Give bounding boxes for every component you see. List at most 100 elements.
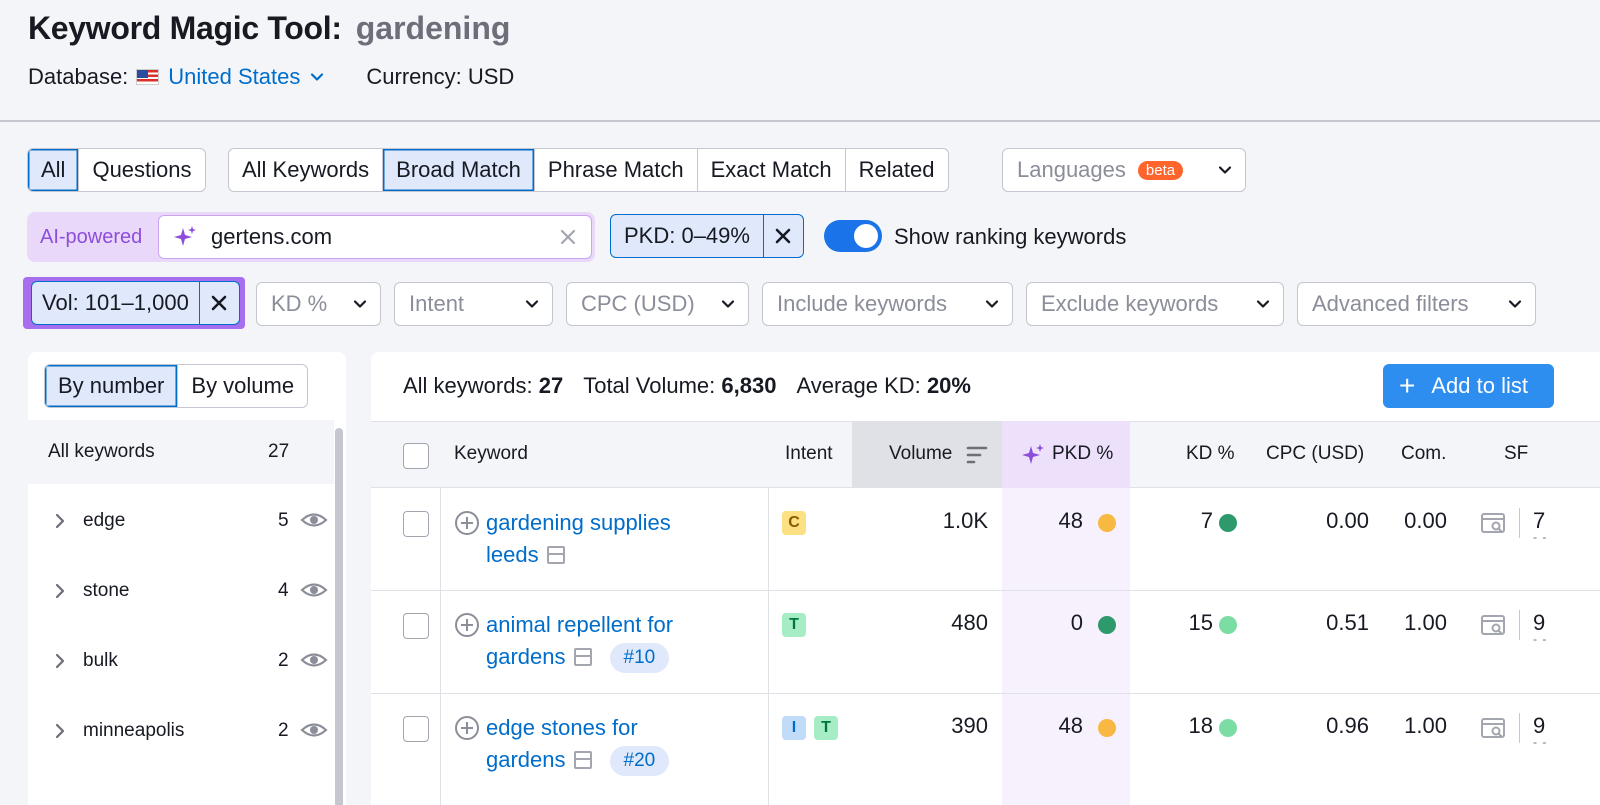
column-volume[interactable]: Volume bbox=[889, 443, 952, 465]
column-kd[interactable]: KD % bbox=[1186, 443, 1235, 465]
cpc-value: 0.51 bbox=[1326, 610, 1369, 635]
column-intent[interactable]: Intent bbox=[785, 443, 833, 465]
pkd-chip-label: PKD: 0–49% bbox=[624, 223, 750, 248]
tab-by-number[interactable]: By number bbox=[45, 365, 179, 407]
exclude-keywords-label: Exclude keywords bbox=[1041, 291, 1219, 316]
tab-related[interactable]: Related bbox=[846, 149, 948, 191]
competition-value: 1.00 bbox=[1404, 713, 1447, 738]
row-checkbox[interactable] bbox=[403, 716, 429, 742]
tab-all[interactable]: All bbox=[28, 149, 80, 191]
clear-icon[interactable] bbox=[559, 228, 577, 246]
keyword-link[interactable]: gardening supplies leeds bbox=[486, 507, 726, 571]
row-checkbox[interactable] bbox=[403, 511, 429, 537]
column-pkd[interactable]: PKD % bbox=[1052, 443, 1113, 465]
tab-questions[interactable]: Questions bbox=[79, 149, 204, 191]
chevron-right-icon[interactable] bbox=[52, 511, 68, 531]
pkd-filter-chip[interactable]: PKD: 0–49% bbox=[610, 214, 804, 258]
column-competition[interactable]: Com. bbox=[1401, 443, 1446, 465]
include-keywords-dropdown[interactable]: Include keywords bbox=[762, 282, 1013, 326]
chevron-down-icon bbox=[1508, 300, 1522, 308]
keyword-link[interactable]: edge stones for gardens #20 bbox=[486, 712, 726, 776]
exclude-keywords-dropdown[interactable]: Exclude keywords bbox=[1026, 282, 1284, 326]
pkd-indicator-dot bbox=[1098, 616, 1116, 634]
serp-snapshot-icon[interactable] bbox=[1481, 615, 1507, 637]
eye-icon[interactable] bbox=[300, 719, 328, 741]
remove-pkd-filter-button[interactable] bbox=[762, 215, 803, 257]
chevron-right-icon[interactable] bbox=[52, 651, 68, 671]
close-icon bbox=[212, 295, 227, 311]
group-label: stone bbox=[83, 580, 130, 601]
serp-preview-icon[interactable] bbox=[573, 751, 592, 769]
remove-volume-filter-button[interactable] bbox=[198, 282, 239, 324]
row-checkbox[interactable] bbox=[403, 613, 429, 639]
volume-chip-label: Vol: 101–1,000 bbox=[42, 290, 189, 315]
column-keyword[interactable]: Keyword bbox=[454, 443, 528, 465]
chevron-down-icon[interactable] bbox=[310, 70, 324, 84]
group-item-bulk[interactable]: bulk 2 bbox=[28, 641, 328, 681]
total-volume-stat: Total Volume: 6,830 bbox=[583, 373, 777, 398]
volume-value: 390 bbox=[951, 713, 988, 738]
ai-powered-filter: AI-powered gertens.com bbox=[27, 212, 595, 262]
database-selector[interactable]: United States bbox=[168, 64, 300, 90]
chevron-down-icon bbox=[353, 300, 367, 308]
cpc-filter-dropdown[interactable]: CPC (USD) bbox=[566, 282, 749, 326]
cpc-value: 0.00 bbox=[1326, 508, 1369, 533]
select-all-checkbox[interactable] bbox=[403, 443, 429, 469]
add-keyword-icon[interactable] bbox=[454, 612, 480, 638]
include-keywords-label: Include keywords bbox=[777, 291, 947, 316]
sort-descending-icon[interactable] bbox=[966, 445, 988, 465]
serp-features-placeholder: - - bbox=[1533, 530, 1548, 544]
add-keyword-icon[interactable] bbox=[454, 510, 480, 536]
table-row: edge stones for gardens #20 I T 390 48 18 … bbox=[371, 694, 1600, 797]
chevron-right-icon[interactable] bbox=[52, 581, 68, 601]
chevron-down-icon bbox=[721, 300, 735, 308]
serp-preview-icon[interactable] bbox=[573, 648, 592, 666]
chevron-down-icon bbox=[525, 300, 539, 308]
advanced-filters-dropdown[interactable]: Advanced filters bbox=[1297, 282, 1536, 326]
eye-icon[interactable] bbox=[300, 509, 328, 531]
add-keyword-icon[interactable] bbox=[454, 715, 480, 741]
table-row: gardening supplies leeds C 1.0K 48 7 0.00… bbox=[371, 488, 1600, 591]
page-title: Keyword Magic Tool: gardening bbox=[28, 10, 510, 47]
group-item-stone[interactable]: stone 4 bbox=[28, 571, 328, 611]
tab-all-keywords[interactable]: All Keywords bbox=[229, 149, 384, 191]
add-to-list-button[interactable]: + Add to list bbox=[1383, 364, 1554, 408]
show-ranking-toggle[interactable] bbox=[824, 220, 882, 252]
serp-snapshot-icon[interactable] bbox=[1481, 513, 1507, 535]
kd-value: 7 bbox=[1200, 508, 1213, 533]
group-item-edge[interactable]: edge 5 bbox=[28, 501, 328, 541]
group-label: edge bbox=[83, 510, 126, 531]
intent-filter-dropdown[interactable]: Intent bbox=[394, 282, 553, 326]
group-count: 2 bbox=[278, 720, 289, 741]
eye-icon[interactable] bbox=[300, 649, 328, 671]
group-item-minneapolis[interactable]: minneapolis 2 bbox=[28, 711, 328, 751]
tab-broad-match[interactable]: Broad Match bbox=[383, 149, 535, 191]
column-serp-features[interactable]: SF bbox=[1504, 443, 1528, 465]
serp-preview-icon[interactable] bbox=[546, 546, 565, 564]
kd-filter-dropdown[interactable]: KD % bbox=[256, 282, 381, 326]
group-label: bulk bbox=[83, 650, 118, 671]
keyword-link[interactable]: animal repellent for gardens #10 bbox=[486, 609, 726, 673]
tab-exact-match[interactable]: Exact Match bbox=[698, 149, 846, 191]
kd-indicator-dot bbox=[1219, 514, 1237, 532]
volume-filter-chip[interactable]: Vol: 101–1,000 bbox=[31, 281, 240, 325]
pkd-value: 0 bbox=[1070, 610, 1083, 635]
database-row: Database: United States Currency: USD bbox=[28, 64, 514, 90]
column-cpc[interactable]: CPC (USD) bbox=[1266, 443, 1364, 465]
sidebar-scrollbar[interactable] bbox=[335, 428, 343, 805]
volume-value: 480 bbox=[951, 610, 988, 635]
tab-phrase-match[interactable]: Phrase Match bbox=[535, 149, 698, 191]
ai-powered-label: AI-powered bbox=[40, 226, 143, 248]
eye-icon[interactable] bbox=[300, 579, 328, 601]
serp-snapshot-icon[interactable] bbox=[1481, 718, 1507, 740]
languages-dropdown[interactable]: Languages beta bbox=[1002, 148, 1246, 192]
divider bbox=[1519, 508, 1520, 538]
competitor-domain-input[interactable]: gertens.com bbox=[158, 215, 592, 259]
competition-value: 0.00 bbox=[1404, 508, 1447, 533]
chevron-right-icon[interactable] bbox=[52, 721, 68, 741]
tab-by-volume[interactable]: By volume bbox=[178, 365, 307, 407]
keyword-groups-sidebar: By number By volume All keywords 27 edge… bbox=[28, 352, 346, 805]
pkd-indicator-dot bbox=[1098, 514, 1116, 532]
all-keywords-group[interactable]: All keywords 27 bbox=[28, 420, 334, 484]
pkd-value: 48 bbox=[1058, 713, 1083, 738]
